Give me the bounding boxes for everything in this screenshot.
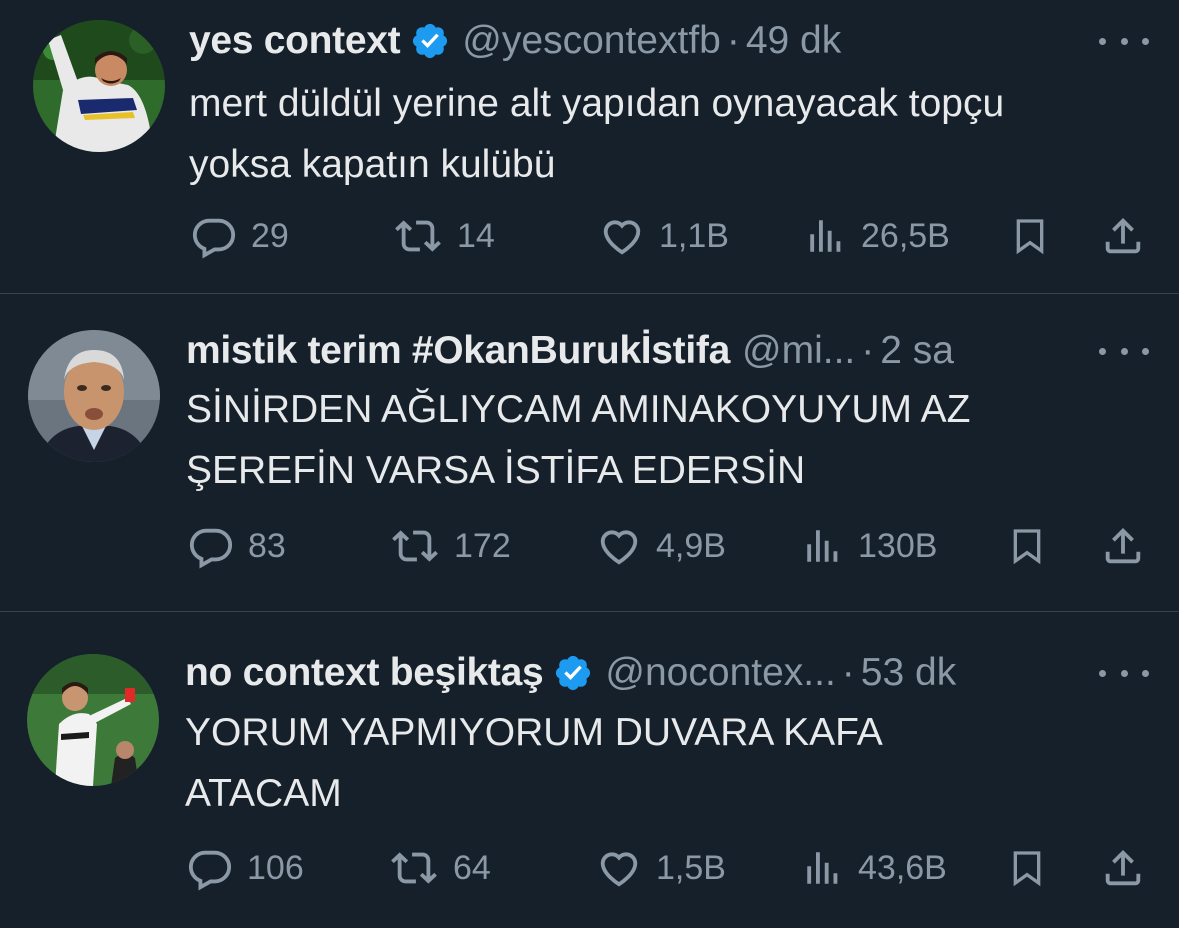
views-count: 43,6B [858, 848, 947, 887]
tweet-text: SİNİRDEN AĞLIYCAM AMINAKOYUYUM AZ ŞEREFİ… [186, 388, 971, 492]
like-count: 1,5B [656, 848, 726, 887]
views-button[interactable]: 43,6B [802, 838, 947, 898]
tweet-text: YORUM YAPMIYORUM DUVARA KAFA ATACAM [185, 711, 883, 815]
handle[interactable]: @nocontex... [605, 648, 835, 698]
coach-avatar-icon [28, 330, 160, 462]
retweet-icon [391, 852, 437, 884]
heart-icon [603, 220, 641, 255]
bookmark-button[interactable] [1007, 516, 1047, 576]
bookmark-icon [1013, 851, 1041, 887]
more-options-icon[interactable] [1099, 658, 1149, 688]
share-icon [1105, 849, 1141, 886]
bookmark-button[interactable] [1007, 838, 1047, 898]
avatar[interactable] [33, 20, 165, 152]
views-icon [807, 852, 838, 884]
retweet-icon [395, 220, 441, 252]
views-icon [810, 220, 841, 252]
retweet-button[interactable]: 172 [390, 516, 511, 576]
tweet[interactable]: yes context @yescontextfb · 49 dk mert d… [0, 0, 1179, 294]
avatar[interactable] [28, 330, 160, 462]
share-button[interactable] [1100, 516, 1146, 576]
views-count: 130B [858, 526, 938, 565]
display-name[interactable]: no context beşiktaş [185, 648, 544, 698]
heart-icon [600, 530, 638, 565]
like-button[interactable]: 4,9B [596, 516, 726, 576]
handle[interactable]: @yescontextfb [462, 16, 721, 66]
share-button[interactable] [1100, 838, 1146, 898]
reply-button[interactable]: 29 [191, 206, 289, 266]
retweet-button[interactable]: 14 [393, 206, 495, 266]
more-options-icon[interactable] [1099, 336, 1149, 366]
action-bar: 29 14 1,1B 26,5B [0, 206, 1179, 266]
heart-icon [600, 852, 638, 887]
timestamp[interactable]: 53 dk [861, 648, 956, 698]
like-button[interactable]: 1,5B [596, 838, 726, 898]
action-bar: 106 64 1,5B 43,6B [0, 838, 1179, 898]
separator: · [841, 651, 855, 694]
views-button[interactable]: 130B [802, 516, 937, 576]
views-icon [807, 530, 838, 562]
retweet-count: 172 [454, 526, 511, 565]
tweet-text: mert düldül yerine alt yapıdan oynayacak… [189, 82, 1005, 186]
reply-icon [188, 850, 232, 891]
like-button[interactable]: 1,1B [599, 206, 729, 266]
referee-avatar-icon [27, 654, 159, 786]
footballer-avatar-icon [33, 20, 165, 152]
timestamp[interactable]: 49 dk [746, 16, 841, 66]
share-icon [1105, 527, 1141, 564]
reply-count: 106 [247, 848, 304, 887]
avatar[interactable] [27, 654, 159, 786]
retweet-count: 64 [453, 848, 491, 887]
like-count: 4,9B [656, 526, 726, 565]
reply-icon [189, 528, 233, 569]
display-name[interactable]: yes context [189, 16, 401, 66]
share-button[interactable] [1100, 206, 1146, 266]
bookmark-icon [1013, 529, 1041, 565]
separator: · [861, 329, 875, 372]
retweet-count: 14 [457, 216, 495, 255]
reply-button[interactable]: 106 [187, 838, 304, 898]
timestamp[interactable]: 2 sa [880, 326, 954, 376]
retweet-icon [392, 530, 438, 562]
separator: · [726, 19, 740, 62]
like-count: 1,1B [659, 216, 729, 255]
bookmark-icon [1016, 219, 1044, 255]
tweet[interactable]: no context beşiktaş @nocontex... · 53 dk… [0, 612, 1179, 928]
display-name[interactable]: mistik terim #OkanBurukİstifa [186, 326, 730, 376]
retweet-button[interactable]: 64 [389, 838, 491, 898]
reply-count: 83 [248, 526, 286, 565]
reply-button[interactable]: 83 [188, 516, 286, 576]
bookmark-button[interactable] [1010, 206, 1050, 266]
action-bar: 83 172 4,9B 130B [0, 516, 1179, 576]
tweet[interactable]: mistik terim #OkanBurukİstifa @mi... · 2… [0, 294, 1179, 612]
verified-badge-icon [410, 21, 450, 61]
views-count: 26,5B [861, 216, 950, 255]
share-icon [1105, 217, 1141, 254]
more-options-icon[interactable] [1099, 26, 1149, 56]
verified-badge-icon [553, 653, 593, 693]
reply-count: 29 [251, 216, 289, 255]
reply-icon [192, 218, 236, 259]
handle[interactable]: @mi... [742, 326, 855, 376]
views-button[interactable]: 26,5B [805, 206, 950, 266]
